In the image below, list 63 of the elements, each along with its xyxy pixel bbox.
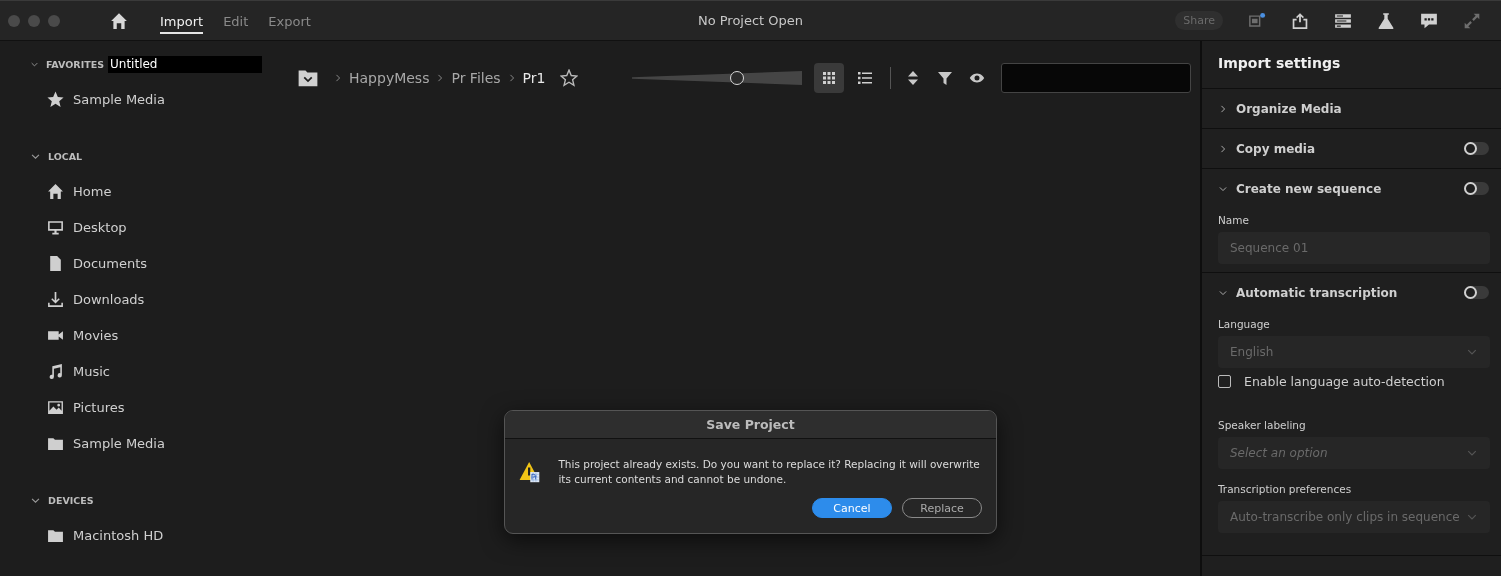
search-field[interactable] xyxy=(1001,63,1191,93)
slider-thumb[interactable] xyxy=(730,71,745,85)
breadcrumb[interactable]: Pr Files xyxy=(451,70,501,86)
flask-icon[interactable] xyxy=(1377,11,1395,30)
sidebar-item[interactable]: Movies xyxy=(73,327,119,343)
grid-view-button[interactable] xyxy=(814,63,844,93)
list-icon xyxy=(857,70,873,86)
sidebar-item[interactable]: Macintosh HD xyxy=(73,527,164,543)
sidebar-item[interactable]: Sample Media xyxy=(73,435,165,451)
expand-icon[interactable] xyxy=(1463,11,1481,30)
section-heading[interactable]: Copy media xyxy=(1236,141,1316,156)
window-title: No Project Open xyxy=(697,13,804,28)
folder-icon[interactable] xyxy=(297,68,319,88)
chevron-icon xyxy=(333,73,343,83)
document-icon xyxy=(47,254,64,272)
field-label: Speaker labeling xyxy=(1218,419,1307,431)
monitor-icon xyxy=(47,218,64,236)
checkbox-label: Enable language auto-detection xyxy=(1244,374,1445,389)
sidebar-item[interactable]: Documents xyxy=(73,255,148,271)
chat-bubble-icon[interactable] xyxy=(1420,11,1438,30)
checkbox[interactable] xyxy=(1218,375,1231,388)
monitor-icon[interactable] xyxy=(1248,11,1266,30)
nav-tab[interactable]: Import xyxy=(160,7,204,34)
grid-icon xyxy=(821,70,837,86)
sort-icon[interactable] xyxy=(905,70,921,86)
section-heading[interactable]: Automatic transcription xyxy=(1236,285,1398,300)
filter-icon[interactable] xyxy=(937,70,953,86)
breadcrumb[interactable]: HappyMess xyxy=(349,70,430,86)
sidebar-item[interactable]: Music xyxy=(73,363,110,379)
breadcrumb[interactable]: Pr1 xyxy=(522,70,546,86)
share-icon[interactable] xyxy=(1291,11,1309,30)
sidebar-item[interactable]: Downloads xyxy=(73,291,145,307)
star-icon xyxy=(47,90,64,108)
star-icon[interactable] xyxy=(560,69,579,87)
stack-icon[interactable] xyxy=(1334,11,1352,30)
section-heading[interactable]: Create new sequence xyxy=(1236,181,1382,196)
toggle-switch[interactable] xyxy=(1464,142,1489,155)
section-heading: DEVICES xyxy=(48,494,94,506)
section-heading: FAVORITES xyxy=(45,58,104,70)
nav-tab[interactable]: Edit xyxy=(223,7,249,34)
music-note-icon xyxy=(47,362,64,380)
field-label: Language xyxy=(1218,318,1271,330)
image-icon xyxy=(47,398,64,416)
home-icon[interactable] xyxy=(110,11,128,30)
download-icon xyxy=(47,290,64,308)
home-icon xyxy=(47,182,64,200)
section-heading: LOCAL xyxy=(48,150,83,162)
dialog-title: Save Project xyxy=(505,411,996,439)
dialog-message: This project already exists. Do you want to replace it? Replacing it will overwrite its current contents and cannot be undone. xyxy=(558,457,981,487)
sidebar-item[interactable]: Sample Media xyxy=(73,91,165,107)
sidebar-item[interactable]: Pictures xyxy=(73,399,125,415)
nav-tab[interactable]: Export xyxy=(268,7,311,34)
toggle-switch[interactable] xyxy=(1464,182,1489,195)
sidebar-item[interactable]: Desktop xyxy=(73,219,127,235)
panel-title: Import settings xyxy=(1202,41,1501,89)
field-label: Name xyxy=(1218,214,1250,226)
rename-field[interactable]: Untitled xyxy=(108,55,262,73)
chevron-icon[interactable] xyxy=(1218,143,1228,154)
field-label: Transcription preferences xyxy=(1218,483,1353,495)
toggle-switch[interactable] xyxy=(1464,286,1489,299)
chevron-icon[interactable] xyxy=(1218,103,1228,114)
sidebar-item[interactable]: Home xyxy=(73,183,112,199)
section-heading[interactable]: Organize Media xyxy=(1236,101,1342,116)
